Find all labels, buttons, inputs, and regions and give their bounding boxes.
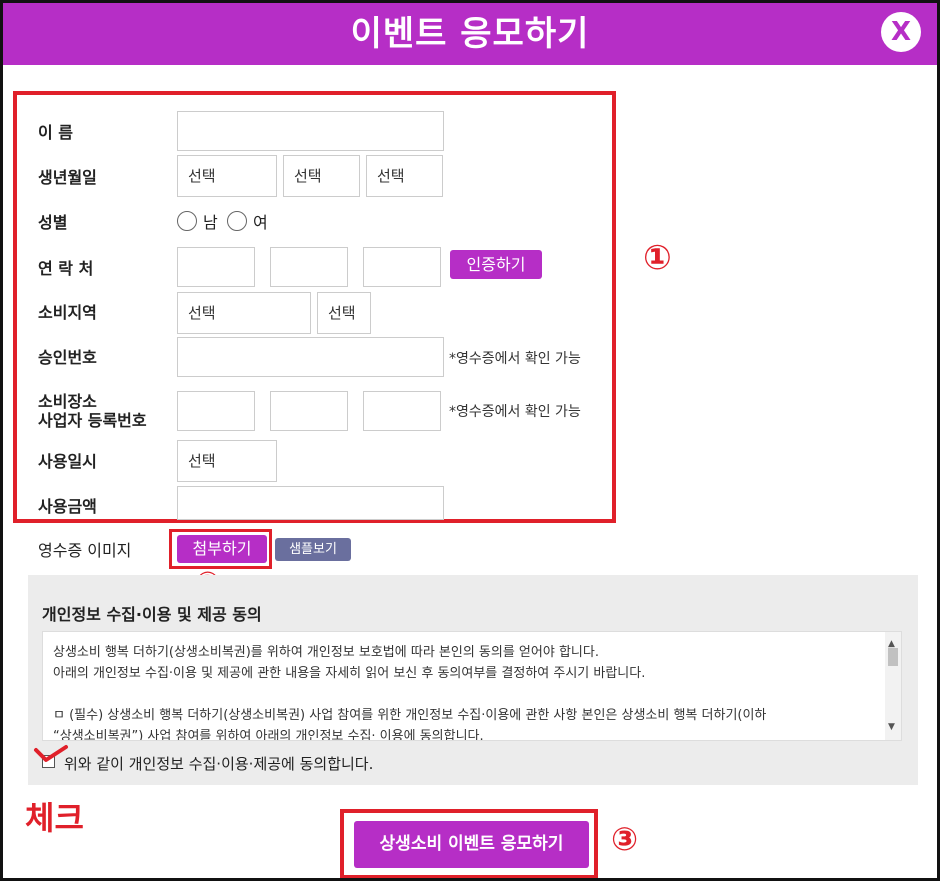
consent-section: 개인정보 수집·이용 및 제공 동의 상생소비 행복 더하기(상생소비복권)를 …	[28, 575, 918, 785]
birth-day-select[interactable]: 선택	[366, 155, 443, 197]
amount-label: 사용금액	[38, 497, 97, 516]
birthdate-label: 생년월일	[38, 168, 97, 187]
verify-button[interactable]: 인증하기	[450, 250, 542, 279]
store-label-line2: 사업자 등록번호	[38, 411, 147, 430]
business-number-input-2[interactable]	[270, 391, 348, 431]
contact-input-1[interactable]	[177, 247, 255, 287]
submit-entry-button[interactable]: 상생소비 이벤트 응모하기	[354, 821, 589, 868]
dialog-header: 이벤트 응모하기 X	[3, 3, 937, 65]
approval-note: *영수증에서 확인 가능	[449, 351, 581, 367]
event-entry-dialog: 이벤트 응모하기 X ① 이 름 생년월일 선택 선택 선택 성별 남 여 연 …	[0, 0, 940, 881]
use-date-label: 사용일시	[38, 452, 97, 471]
close-button[interactable]: X	[881, 12, 921, 52]
scroll-down-icon[interactable]: ▼	[888, 717, 895, 738]
region-city-select[interactable]: 선택	[177, 292, 311, 334]
annotation-number-1: ①	[643, 238, 672, 278]
gender-female-radio[interactable]	[227, 211, 247, 231]
consent-text-box[interactable]: 상생소비 행복 더하기(상생소비복권)를 위하여 개인정보 보호법에 따라 본인…	[42, 631, 902, 741]
consent-line: 아래의 개인정보 수집·이용 및 제공에 관한 내용을 자세히 읽어 보신 후 …	[53, 666, 646, 681]
consent-line	[53, 684, 879, 705]
gender-male-radio[interactable]	[177, 211, 197, 231]
annotation-check-text: 체크	[25, 799, 84, 837]
region-label: 소비지역	[38, 303, 97, 322]
sample-view-button[interactable]: 샘플보기	[275, 538, 351, 561]
store-label-line1: 소비장소	[38, 392, 97, 411]
consent-line: “상생소비복권”) 사업 참여를 위하여 아래의 개인정보 수집· 이용에 동의…	[53, 729, 484, 741]
region-district-select[interactable]: 선택	[317, 292, 371, 334]
annotation-number-3: ③	[611, 820, 639, 858]
consent-line: 상생소비 행복 더하기(상생소비복권)를 위하여 개인정보 보호법에 따라 본인…	[53, 645, 599, 660]
consent-title: 개인정보 수집·이용 및 제공 동의	[42, 605, 262, 624]
gender-male-label: 남	[203, 213, 218, 232]
agree-label: 위와 같이 개인정보 수집·이용·제공에 동의합니다.	[64, 755, 374, 773]
contact-input-3[interactable]	[363, 247, 441, 287]
dialog-title: 이벤트 응모하기	[350, 14, 590, 54]
business-number-input-3[interactable]	[363, 391, 441, 431]
amount-input[interactable]	[177, 486, 444, 520]
business-number-input-1[interactable]	[177, 391, 255, 431]
contact-label: 연 락 처	[38, 259, 94, 278]
store-note: *영수증에서 확인 가능	[449, 404, 581, 420]
birth-year-select[interactable]: 선택	[177, 155, 277, 197]
receipt-label: 영수증 이미지	[38, 541, 132, 560]
name-label: 이 름	[38, 123, 74, 142]
scroll-thumb[interactable]	[888, 648, 898, 666]
use-date-select[interactable]: 선택	[177, 440, 277, 482]
birth-month-select[interactable]: 선택	[283, 155, 360, 197]
approval-input[interactable]	[177, 337, 444, 377]
gender-label: 성별	[38, 213, 68, 232]
gender-female-label: 여	[253, 213, 268, 232]
consent-scrollbar[interactable]: ▲ ▼	[885, 632, 901, 740]
contact-input-2[interactable]	[270, 247, 348, 287]
approval-label: 승인번호	[38, 348, 97, 367]
attach-button[interactable]: 첨부하기	[177, 535, 267, 563]
consent-line: ㅁ (필수) 상생소비 행복 더하기(상생소비복권) 사업 참여를 위한 개인정…	[53, 708, 767, 723]
name-input[interactable]	[177, 111, 444, 151]
